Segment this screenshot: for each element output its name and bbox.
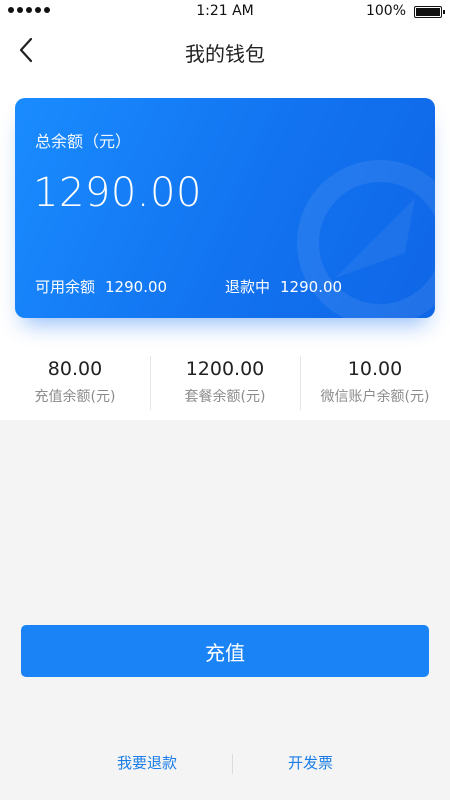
refund-link[interactable]: 我要退款 xyxy=(117,752,177,773)
available-balance: 可用余额 1290.00 xyxy=(35,276,167,297)
refunding-balance: 退款中 1290.00 xyxy=(225,276,342,297)
available-balance-label: 可用余额 xyxy=(35,278,96,296)
stat-package-balance: 1200.00 套餐余额(元) xyxy=(150,350,300,412)
total-balance-amount: 1290.00 xyxy=(33,170,202,216)
bottom-links: 我要退款 开发票 xyxy=(0,752,450,776)
divider xyxy=(232,754,233,774)
navigation-bar: 我的钱包 xyxy=(0,24,450,76)
total-balance-label: 总余额（元） xyxy=(35,132,132,151)
available-balance-value: 1290.00 xyxy=(105,278,168,296)
battery-icon xyxy=(414,6,445,18)
stat-value: 10.00 xyxy=(347,358,403,380)
stat-value: 80.00 xyxy=(47,358,103,380)
stat-recharge-balance: 80.00 充值余额(元) xyxy=(0,350,150,412)
stat-value: 1200.00 xyxy=(185,358,265,380)
balance-breakdown: 80.00 充值余额(元) 1200.00 套餐余额(元) 10.00 微信账户… xyxy=(0,350,450,412)
balance-card: 总余额（元） 1290.00 可用余额 1290.00 退款中 1290.00 xyxy=(15,98,435,318)
stat-label: 充值余额(元) xyxy=(34,389,116,405)
battery-percent: 100% xyxy=(365,3,406,19)
refunding-value: 1290.00 xyxy=(280,278,343,296)
stat-label: 微信账户余额(元) xyxy=(320,389,430,405)
invoice-link[interactable]: 开发票 xyxy=(288,752,333,773)
recharge-button[interactable]: 充值 xyxy=(21,625,429,677)
stat-wechat-balance: 10.00 微信账户余额(元) xyxy=(300,350,450,412)
page-title: 我的钱包 xyxy=(185,42,265,66)
stat-label: 套餐余额(元) xyxy=(184,389,266,405)
status-bar: 1:21 AM 100% xyxy=(0,0,450,24)
refunding-label: 退款中 xyxy=(225,278,271,296)
